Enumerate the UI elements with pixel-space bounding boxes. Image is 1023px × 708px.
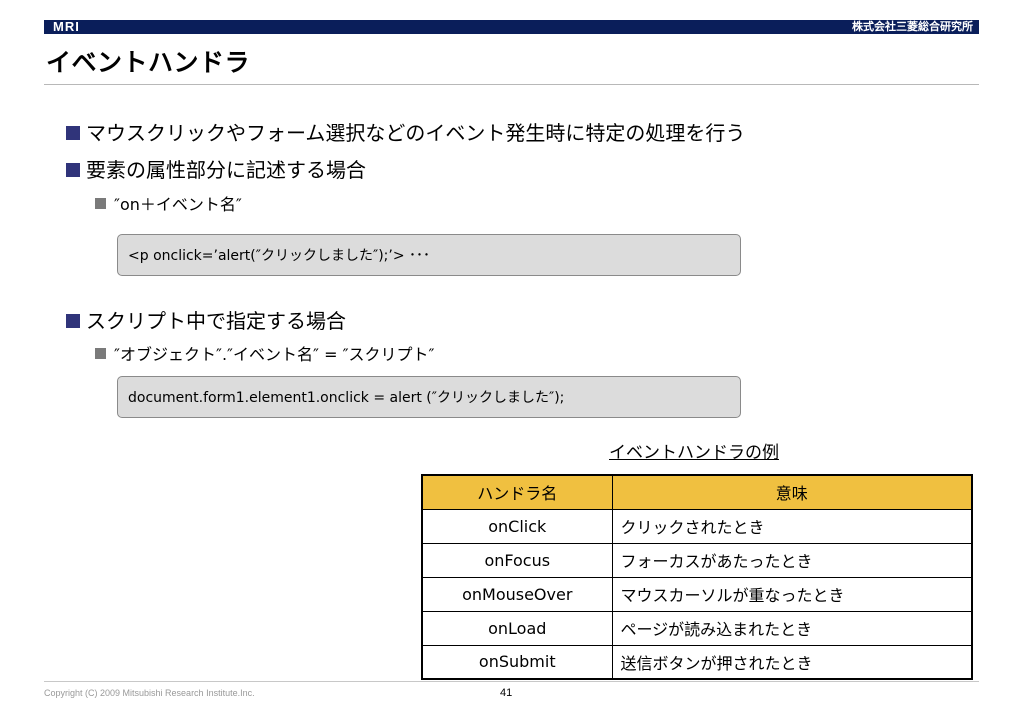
code-example-script: document.form1.element1.onclick = alert …: [117, 376, 741, 418]
handler-meaning-cell: クリックされたとき: [611, 508, 973, 544]
handler-name-cell: onMouseOver: [421, 576, 613, 612]
column-header-meaning: 意味: [611, 474, 973, 510]
handler-name-cell: onLoad: [421, 610, 613, 646]
square-bullet-icon: [95, 348, 106, 359]
bullet-script-case: スクリプト中で指定する場合: [66, 307, 346, 335]
sub-bullet-text: ″オブジェクト″.″イベント名″ = ″スクリプト″: [114, 345, 435, 364]
company-name: 株式会社三菱総合研究所: [852, 20, 973, 33]
handler-meaning-cell: マウスカーソルが重なったとき: [611, 576, 973, 612]
table-row: onSubmit 送信ボタンが押されたとき: [421, 644, 973, 680]
header-bar: MRI 株式会社三菱総合研究所: [44, 19, 979, 34]
table-row: onFocus フォーカスがあたったとき: [421, 542, 973, 578]
footer-divider: [44, 681, 979, 682]
table-row: onLoad ページが読み込まれたとき: [421, 610, 973, 646]
bullet-event-description: マウスクリックやフォーム選択などのイベント発生時に特定の処理を行う: [66, 119, 745, 147]
handler-meaning-cell: ページが読み込まれたとき: [611, 610, 973, 646]
square-bullet-icon: [66, 162, 80, 177]
handler-meaning-cell: フォーカスがあたったとき: [611, 542, 973, 578]
table-row: onClick クリックされたとき: [421, 508, 973, 544]
page-number: 41: [500, 687, 513, 699]
table-caption: イベントハンドラの例: [609, 443, 779, 463]
sub-bullet-script-syntax: ″オブジェクト″.″イベント名″ = ″スクリプト″: [95, 343, 435, 367]
bullet-text: 要素の属性部分に記述する場合: [86, 158, 366, 182]
handler-name-cell: onSubmit: [421, 644, 613, 680]
code-example-attribute: <p onclick=’alert(″クリックしました″);’> ･･･: [117, 234, 741, 276]
sub-bullet-attribute-syntax: ″on＋イベント名″: [95, 193, 242, 217]
column-header-handler: ハンドラ名: [421, 474, 613, 510]
square-bullet-icon: [66, 313, 80, 328]
handler-name-cell: onFocus: [421, 542, 613, 578]
handler-meaning-cell: 送信ボタンが押されたとき: [611, 644, 973, 680]
bullet-text: スクリプト中で指定する場合: [86, 309, 346, 333]
mri-logo: MRI: [53, 19, 80, 34]
event-handler-table: ハンドラ名 意味 onClick クリックされたとき onFocus フォーカス…: [421, 474, 973, 680]
handler-name-cell: onClick: [421, 508, 613, 544]
title-divider: [44, 84, 979, 85]
table-row: onMouseOver マウスカーソルが重なったとき: [421, 576, 973, 612]
page-title: イベントハンドラ: [46, 48, 251, 77]
square-bullet-icon: [95, 198, 106, 209]
copyright-notice: Copyright (C) 2009 Mitsubishi Research I…: [44, 688, 255, 698]
table-header-row: ハンドラ名 意味: [421, 474, 973, 510]
bullet-attribute-case: 要素の属性部分に記述する場合: [66, 156, 366, 184]
sub-bullet-text: ″on＋イベント名″: [114, 195, 242, 214]
bullet-text: マウスクリックやフォーム選択などのイベント発生時に特定の処理を行う: [86, 121, 746, 145]
square-bullet-icon: [66, 125, 80, 140]
